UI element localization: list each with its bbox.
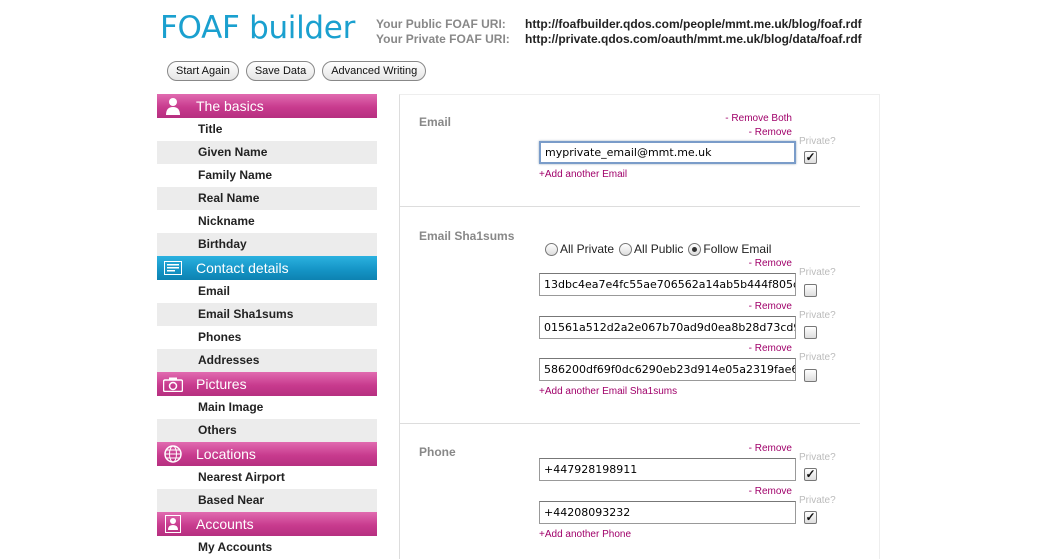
sha1-label: Email Sha1sums bbox=[419, 229, 515, 243]
email-input[interactable]: myprivate_email@mmt.me.uk bbox=[539, 141, 796, 164]
section-divider bbox=[400, 206, 860, 207]
sidebar-item-based-near[interactable]: Based Near bbox=[157, 489, 377, 512]
section-title-pictures: Pictures bbox=[196, 376, 247, 392]
sha1-private-label-3: Private? bbox=[799, 352, 836, 363]
sha1-remove-link-2[interactable]: - Remove bbox=[749, 301, 792, 312]
email-remove-link[interactable]: - Remove bbox=[749, 127, 792, 138]
radio-all-private-circle[interactable] bbox=[545, 242, 558, 256]
add-sha1-link[interactable]: +Add another Email Sha1sums bbox=[539, 386, 677, 397]
sidebar-item-email[interactable]: Email bbox=[157, 280, 377, 303]
sidebar-item-real-name[interactable]: Real Name bbox=[157, 187, 377, 210]
sha1-input-3[interactable]: 586200df69f0dc6290eb23d914e05a2319fae6 bbox=[539, 358, 796, 381]
private-uri-label: Your Private FOAF URI: bbox=[376, 32, 510, 46]
radio-all-public[interactable]: All Public bbox=[619, 242, 683, 256]
sidebar-item-my-accounts[interactable]: My Accounts bbox=[157, 536, 377, 559]
sha1-input-2[interactable]: 01561a512d2a2e067b70ad9d0ea8b28d73cd9 bbox=[539, 316, 796, 339]
sidebar-item-main-image[interactable]: Main Image bbox=[157, 396, 377, 419]
sidebar-item-others[interactable]: Others bbox=[157, 419, 377, 442]
add-phone-link[interactable]: +Add another Phone bbox=[539, 529, 631, 540]
sha1-private-label-1: Private? bbox=[799, 267, 836, 278]
sha1-input-1[interactable]: 13dbc4ea7e4fc55ae706562a14ab5b444f805d bbox=[539, 273, 796, 296]
sidebar-item-email-sha1sums[interactable]: Email Sha1sums bbox=[157, 303, 377, 326]
sha1-remove-link-1[interactable]: - Remove bbox=[749, 258, 792, 269]
section-title-contact: Contact details bbox=[196, 260, 289, 276]
add-email-link[interactable]: +Add another Email bbox=[539, 169, 627, 180]
account-icon bbox=[157, 512, 189, 536]
remove-both-link[interactable]: - Remove Both bbox=[725, 113, 792, 124]
phone-remove-link-1[interactable]: - Remove bbox=[749, 443, 792, 454]
contact-card-icon bbox=[157, 256, 189, 280]
advanced-writing-button[interactable]: Advanced Writing bbox=[322, 61, 427, 81]
sha1-remove-link-3[interactable]: - Remove bbox=[749, 343, 792, 354]
phone-remove-link-2[interactable]: - Remove bbox=[749, 486, 792, 497]
radio-follow-email-label: Follow Email bbox=[703, 242, 772, 256]
private-uri-value: http://private.qdos.com/oauth/mmt.me.uk/… bbox=[525, 32, 862, 46]
phone-label: Phone bbox=[419, 445, 456, 459]
sidebar-item-addresses[interactable]: Addresses bbox=[157, 349, 377, 372]
app-title: FOAF builder bbox=[160, 10, 356, 46]
sha1-private-checkbox-2[interactable] bbox=[804, 326, 817, 339]
section-header-locations[interactable]: Locations bbox=[157, 442, 377, 466]
start-again-button[interactable]: Start Again bbox=[167, 61, 239, 81]
sidebar-item-nearest-airport[interactable]: Nearest Airport bbox=[157, 466, 377, 489]
section-title-basics: The basics bbox=[196, 98, 264, 114]
radio-follow-email-circle[interactable] bbox=[688, 242, 702, 256]
uri-values: http://foafbuilder.qdos.com/people/mmt.m… bbox=[525, 17, 862, 47]
section-title-accounts: Accounts bbox=[196, 516, 254, 532]
sidebar-item-family-name[interactable]: Family Name bbox=[157, 164, 377, 187]
email-private-label: Private? bbox=[799, 136, 836, 147]
section-divider bbox=[400, 423, 860, 424]
sidebar-item-title[interactable]: Title bbox=[157, 118, 377, 141]
sha1-privacy-radio-group: All Private All Public Follow Email bbox=[545, 242, 776, 256]
section-header-contact[interactable]: Contact details bbox=[157, 256, 377, 280]
section-header-pictures[interactable]: Pictures bbox=[157, 372, 377, 396]
camera-icon bbox=[157, 372, 189, 396]
phone-input-2[interactable]: +44208093232 bbox=[539, 501, 796, 524]
sidebar-item-phones[interactable]: Phones bbox=[157, 326, 377, 349]
phone-private-label-1: Private? bbox=[799, 452, 836, 463]
sidebar-item-nickname[interactable]: Nickname bbox=[157, 210, 377, 233]
email-label: Email bbox=[419, 115, 452, 129]
email-private-checkbox[interactable]: ✓ bbox=[804, 151, 817, 164]
toolbar: Start Again Save Data Advanced Writing bbox=[167, 61, 427, 81]
phone-private-checkbox-1[interactable]: ✓ bbox=[804, 468, 817, 481]
sidebar-item-given-name[interactable]: Given Name bbox=[157, 141, 377, 164]
sidebar: The basics Title Given Name Family Name … bbox=[157, 94, 377, 559]
sidebar-item-birthday[interactable]: Birthday bbox=[157, 233, 377, 256]
main-content: Email - Remove Both - Remove Private? my… bbox=[399, 94, 880, 559]
globe-icon bbox=[157, 442, 189, 466]
phone-input-1[interactable]: +447928198911 bbox=[539, 458, 796, 481]
phone-private-checkbox-2[interactable]: ✓ bbox=[804, 511, 817, 524]
phone-private-label-2: Private? bbox=[799, 495, 836, 506]
person-icon bbox=[157, 94, 189, 118]
radio-all-private-label: All Private bbox=[560, 242, 615, 256]
sha1-private-checkbox-1[interactable] bbox=[804, 284, 817, 297]
section-header-basics[interactable]: The basics bbox=[157, 94, 377, 118]
section-header-accounts[interactable]: Accounts bbox=[157, 512, 377, 536]
radio-all-private[interactable]: All Private bbox=[545, 242, 614, 256]
uri-labels: Your Public FOAF URI: Your Private FOAF … bbox=[376, 17, 510, 47]
public-uri-value: http://foafbuilder.qdos.com/people/mmt.m… bbox=[525, 17, 862, 31]
public-uri-label: Your Public FOAF URI: bbox=[376, 17, 506, 31]
radio-all-public-circle[interactable] bbox=[619, 242, 633, 256]
section-title-locations: Locations bbox=[196, 446, 256, 462]
radio-all-public-label: All Public bbox=[634, 242, 684, 256]
sha1-private-label-2: Private? bbox=[799, 310, 836, 321]
radio-follow-email[interactable]: Follow Email bbox=[688, 242, 771, 256]
save-data-button[interactable]: Save Data bbox=[245, 61, 316, 81]
sha1-private-checkbox-3[interactable] bbox=[804, 369, 817, 382]
